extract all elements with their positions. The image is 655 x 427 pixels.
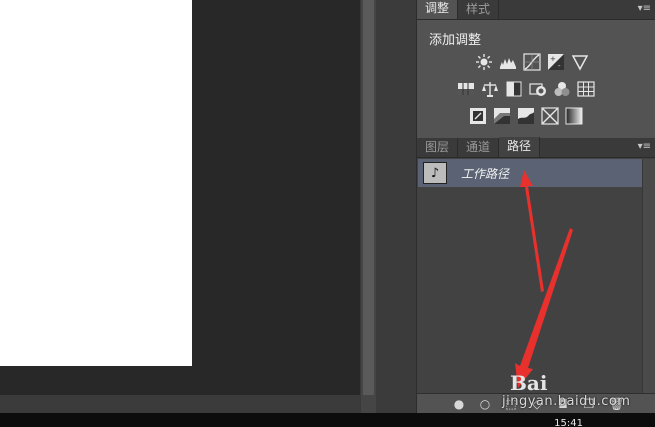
scrollbar-thumb[interactable] <box>363 0 374 395</box>
document-canvas[interactable] <box>0 0 192 366</box>
canvas-vertical-scrollbar[interactable] <box>360 0 376 413</box>
threshold-icon[interactable] <box>517 107 535 125</box>
exposure-icon[interactable]: + - <box>547 53 565 71</box>
tab-channels[interactable]: 通道 <box>458 138 500 157</box>
layers-tabbar: 图层 通道 路径 ▾≡ <box>417 137 655 158</box>
panel-menu-icon[interactable]: ▾≡ <box>635 2 651 16</box>
adjustments-tabbar: 调整 样式 ▾≡ <box>417 0 655 20</box>
watermark-text: jingyan.baidu.com <box>502 394 631 409</box>
panel-dock-gap <box>376 0 416 413</box>
canvas-bottom-bar <box>0 395 360 413</box>
add-adjustment-heading: 添加调整 <box>429 33 482 48</box>
path-thumbnail-icon: ♪ <box>423 162 447 184</box>
hue-saturation-icon[interactable] <box>457 80 475 98</box>
posterize-icon[interactable] <box>493 107 511 125</box>
paths-list-scrollbar[interactable] <box>642 159 655 393</box>
fill-path-icon[interactable]: ● <box>453 398 465 410</box>
tab-layers[interactable]: 图层 <box>417 138 459 157</box>
photo-filter-icon[interactable] <box>529 80 547 98</box>
adjustment-icons-row-2 <box>457 80 595 98</box>
paths-list-empty-area[interactable] <box>418 187 642 393</box>
system-taskbar: 15:41 <box>0 413 655 427</box>
channel-mixer-icon[interactable] <box>553 80 571 98</box>
tab-styles[interactable]: 样式 <box>458 0 500 19</box>
invert-icon[interactable] <box>469 107 487 125</box>
panel-menu-icon[interactable]: ▾≡ <box>635 140 651 154</box>
adjustment-icons-row-1: + - <box>475 53 589 71</box>
color-balance-icon[interactable] <box>481 80 499 98</box>
black-white-icon[interactable] <box>505 80 523 98</box>
watermark-logo: Bai <box>510 371 548 395</box>
gradient-map-icon[interactable] <box>565 107 583 125</box>
adjustment-icons-row-3 <box>469 107 583 125</box>
stroke-path-icon[interactable]: ○ <box>479 398 491 410</box>
selective-color-icon[interactable] <box>541 107 559 125</box>
svg-text:+: + <box>550 55 556 63</box>
path-item-work-path[interactable]: ♪ 工作路径 <box>418 159 642 187</box>
path-item-name: 工作路径 <box>461 166 510 181</box>
document-workspace[interactable] <box>0 0 360 413</box>
levels-icon[interactable] <box>499 53 517 71</box>
adjustments-panel: 调整 样式 ▾≡ 添加调整 + - <box>416 0 655 138</box>
vibrance-icon[interactable] <box>571 53 589 71</box>
tab-paths[interactable]: 路径 <box>499 137 541 157</box>
tab-adjustments[interactable]: 调整 <box>417 0 459 19</box>
curves-icon[interactable] <box>523 53 541 71</box>
color-lookup-icon[interactable] <box>577 80 595 98</box>
brightness-contrast-icon[interactable] <box>475 53 493 71</box>
taskbar-clock: 15:41 <box>554 418 583 427</box>
